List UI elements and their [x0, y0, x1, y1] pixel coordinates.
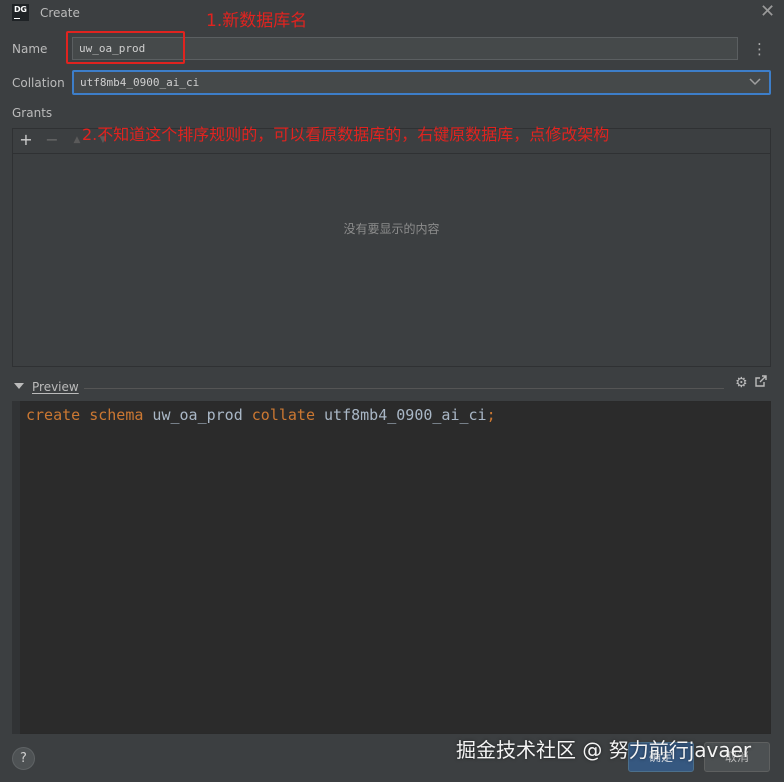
preview-divider — [84, 388, 724, 389]
annotation-note-2: 2.不知道这个排序规则的，可以看原数据库的，右键原数据库，点修改架构 — [82, 125, 610, 144]
sql-token: collate — [251, 406, 315, 424]
dialog-title: Create — [40, 6, 80, 20]
collapse-arrow-icon[interactable] — [14, 383, 24, 389]
sql-token: create — [26, 406, 81, 424]
sql-code-line: create schema uw_oa_prod collate utf8mb4… — [26, 406, 496, 424]
sql-token: ; — [486, 406, 496, 424]
annotation-note-1: 1.新数据库名 — [206, 11, 308, 31]
dg-app-icon: DG — [12, 4, 29, 21]
kebab-menu-icon[interactable]: ⋮ — [752, 38, 767, 60]
settings-gear-icon[interactable]: ⚙ — [735, 375, 748, 391]
editor-gutter — [12, 401, 20, 734]
add-icon[interactable]: + — [17, 130, 35, 150]
name-label: Name — [12, 42, 48, 56]
collation-combobox[interactable]: utf8mb4_0900_ai_ci — [72, 70, 771, 95]
grants-label: Grants — [12, 106, 53, 120]
remove-icon[interactable]: − — [43, 130, 61, 150]
open-external-icon[interactable] — [754, 374, 768, 388]
sql-token: schema — [89, 406, 144, 424]
help-icon[interactable]: ? — [12, 747, 35, 770]
grants-table[interactable] — [12, 153, 771, 367]
sql-preview-editor[interactable] — [12, 401, 771, 734]
preview-toggle[interactable]: Preview — [32, 380, 79, 394]
watermark-text: 掘金技术社区 @ 努力前行javaer — [456, 738, 752, 762]
close-icon[interactable]: ✕ — [760, 1, 775, 22]
sql-token: uw_oa_prod — [143, 406, 252, 424]
annotation-highlight-box — [66, 31, 185, 64]
collation-label: Collation — [12, 76, 65, 90]
sql-token: utf8mb4_0900_ai_ci — [315, 406, 487, 424]
empty-state-text: 没有要显示的内容 — [343, 222, 440, 236]
chevron-down-icon[interactable] — [748, 75, 762, 89]
